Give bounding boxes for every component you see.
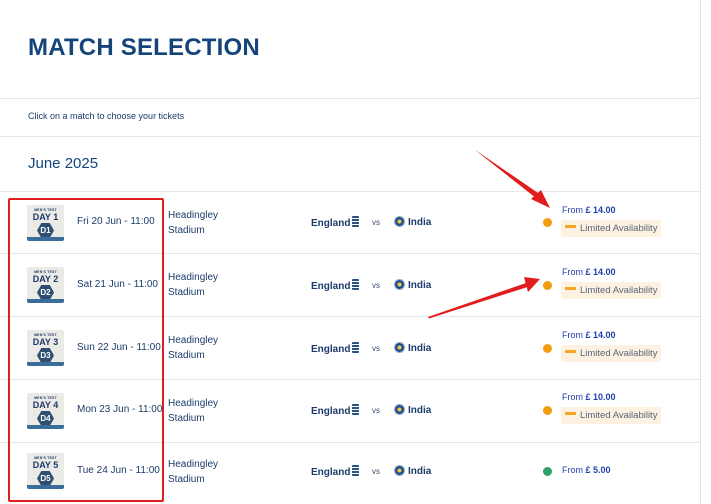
limited-bar-icon bbox=[565, 225, 576, 228]
away-team-name: India bbox=[408, 466, 432, 477]
india-emblem-icon bbox=[394, 342, 405, 353]
price-value: £ 5.00 bbox=[585, 465, 611, 475]
england-flag-icon bbox=[352, 342, 360, 353]
home-team: England bbox=[311, 404, 360, 417]
england-flag-icon bbox=[352, 404, 360, 415]
price-prefix: From bbox=[562, 330, 583, 340]
divider bbox=[0, 98, 701, 99]
home-team-name: England bbox=[311, 281, 351, 292]
limited-bar-icon bbox=[565, 350, 576, 353]
match-venue: Headingley Stadium bbox=[168, 270, 218, 300]
away-team-name: India bbox=[408, 280, 432, 291]
match-venue: Headingley Stadium bbox=[168, 457, 218, 487]
home-team: England bbox=[311, 216, 360, 229]
india-emblem-icon bbox=[394, 216, 405, 227]
availability-tag: Limited Availability bbox=[561, 345, 662, 362]
price-from: From £ 14.00 bbox=[562, 205, 616, 215]
venue-line-2: Stadium bbox=[168, 350, 205, 361]
versus-label: vs bbox=[372, 344, 380, 353]
price-from: From £ 5.00 bbox=[562, 465, 611, 475]
venue-line-2: Stadium bbox=[168, 287, 205, 298]
availability-dot bbox=[543, 467, 552, 476]
away-team-name: India bbox=[408, 343, 432, 354]
away-team-name: India bbox=[408, 405, 432, 416]
limited-bar-icon bbox=[565, 287, 576, 290]
price-from: From £ 14.00 bbox=[562, 267, 616, 277]
match-venue: Headingley Stadium bbox=[168, 208, 218, 238]
date-column-highlight-box bbox=[8, 198, 164, 502]
availability-label: Limited Availability bbox=[580, 410, 658, 421]
venue-line-2: Stadium bbox=[168, 413, 205, 424]
versus-label: vs bbox=[372, 406, 380, 415]
availability-dot bbox=[543, 406, 552, 415]
away-team: India bbox=[394, 342, 431, 354]
price-value: £ 14.00 bbox=[585, 267, 616, 277]
away-team: India bbox=[394, 465, 431, 477]
price-from: From £ 10.00 bbox=[562, 392, 616, 402]
venue-line-2: Stadium bbox=[168, 225, 205, 236]
price-prefix: From bbox=[562, 465, 583, 475]
price-value: £ 14.00 bbox=[585, 205, 616, 215]
away-team: India bbox=[394, 216, 431, 228]
instruction-text: Click on a match to choose your tickets bbox=[28, 111, 185, 121]
availability-tag: Limited Availability bbox=[561, 220, 662, 237]
divider bbox=[0, 136, 701, 137]
price-from: From £ 14.00 bbox=[562, 330, 616, 340]
home-team: England bbox=[311, 279, 360, 292]
england-flag-icon bbox=[352, 216, 360, 227]
venue-line-1: Headingley bbox=[168, 459, 219, 470]
home-team-name: England bbox=[311, 467, 351, 478]
availability-label: Limited Availability bbox=[580, 348, 658, 359]
price-value: £ 10.00 bbox=[585, 392, 616, 402]
availability-dot bbox=[543, 344, 552, 353]
price-prefix: From bbox=[562, 267, 583, 277]
england-flag-icon bbox=[352, 279, 360, 290]
price-prefix: From bbox=[562, 392, 583, 402]
away-team-name: India bbox=[408, 217, 432, 228]
home-team: England bbox=[311, 465, 360, 478]
availability-tag: Limited Availability bbox=[561, 282, 662, 299]
india-emblem-icon bbox=[394, 404, 405, 415]
price-prefix: From bbox=[562, 205, 583, 215]
limited-bar-icon bbox=[565, 412, 576, 415]
venue-line-1: Headingley bbox=[168, 210, 219, 221]
month-heading: June 2025 bbox=[28, 155, 99, 172]
price-value: £ 14.00 bbox=[585, 330, 616, 340]
home-team-name: England bbox=[311, 406, 351, 417]
match-venue: Headingley Stadium bbox=[168, 396, 218, 426]
home-team: England bbox=[311, 342, 360, 355]
availability-dot bbox=[543, 281, 552, 290]
home-team-name: England bbox=[311, 218, 351, 229]
versus-label: vs bbox=[372, 281, 380, 290]
availability-label: Limited Availability bbox=[580, 285, 658, 296]
england-flag-icon bbox=[352, 465, 360, 476]
venue-line-1: Headingley bbox=[168, 398, 219, 409]
match-venue: Headingley Stadium bbox=[168, 333, 218, 363]
page-title: MATCH SELECTION bbox=[28, 34, 260, 61]
venue-line-2: Stadium bbox=[168, 474, 205, 485]
venue-line-1: Headingley bbox=[168, 335, 219, 346]
availability-label: Limited Availability bbox=[580, 223, 658, 234]
availability-tag: Limited Availability bbox=[561, 407, 662, 424]
availability-dot bbox=[543, 218, 552, 227]
versus-label: vs bbox=[372, 467, 380, 476]
india-emblem-icon bbox=[394, 465, 405, 476]
india-emblem-icon bbox=[394, 279, 405, 290]
versus-label: vs bbox=[372, 218, 380, 227]
away-team: India bbox=[394, 279, 431, 291]
venue-line-1: Headingley bbox=[168, 272, 219, 283]
home-team-name: England bbox=[311, 344, 351, 355]
away-team: India bbox=[394, 404, 431, 416]
